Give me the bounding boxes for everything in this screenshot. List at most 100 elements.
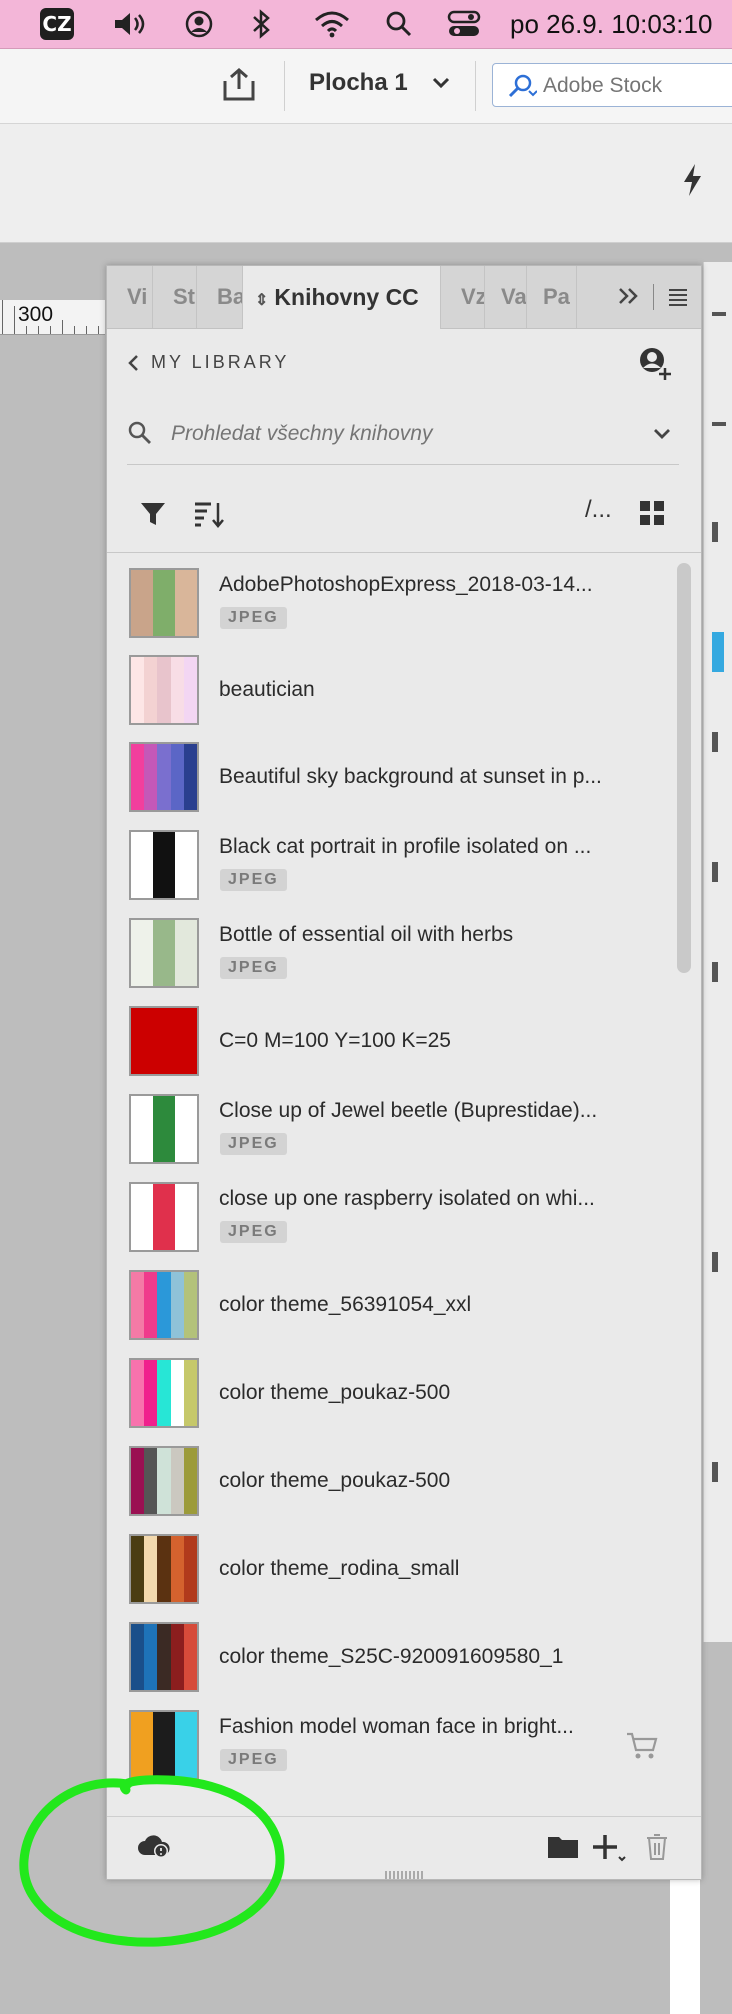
- library-item-name: Fashion model woman face in bright...: [219, 1715, 574, 1738]
- panel-menu-icon[interactable]: [667, 286, 689, 313]
- stock-search-input[interactable]: [541, 72, 732, 100]
- trash-icon[interactable]: [645, 1833, 669, 1866]
- library-title: MY LIBRARY: [151, 352, 290, 372]
- right-panel-dock[interactable]: [703, 262, 732, 1642]
- library-item[interactable]: Bottle of essential oil with herbs JPEG: [107, 911, 667, 997]
- menu-bar-clock[interactable]: po 26.9. 10:03:10: [510, 0, 712, 48]
- thumbnail-swatch: [144, 744, 158, 810]
- wifi-icon[interactable]: [313, 0, 351, 48]
- bluetooth-icon[interactable]: [248, 0, 274, 48]
- input-source-menu[interactable]: CZ: [40, 0, 74, 48]
- dock-icon[interactable]: [712, 732, 718, 752]
- adobe-stock-search[interactable]: [492, 63, 732, 107]
- thumbnail-swatch: [175, 1712, 197, 1778]
- library-item-name: AdobePhotoshopExpress_2018-03-14...: [219, 573, 593, 596]
- thumbnail-swatch: [170, 1272, 184, 1338]
- library-item-name: C=0 M=100 Y=100 K=25: [219, 1029, 451, 1052]
- chevron-down-icon[interactable]: [430, 71, 452, 98]
- folder-icon[interactable]: [547, 1833, 579, 1864]
- spotlight-search-icon[interactable]: [384, 0, 414, 48]
- library-items-list[interactable]: AdobePhotoshopExpress_2018-03-14... JPEG b…: [107, 553, 701, 1813]
- library-item-thumbnail: [129, 1446, 199, 1516]
- library-item[interactable]: color theme_poukaz-500: [107, 1439, 667, 1525]
- back-to-libraries-button[interactable]: MY LIBRARY: [127, 352, 289, 373]
- thumbnail-swatch: [131, 1272, 145, 1338]
- dock-icon[interactable]: [712, 522, 718, 542]
- more-tabs-icon[interactable]: [617, 284, 641, 313]
- library-item[interactable]: C=0 M=100 Y=100 K=25: [107, 999, 667, 1085]
- document-title[interactable]: Plocha 1: [309, 69, 408, 97]
- thumbnail-swatch: [157, 1272, 171, 1338]
- dock-icon[interactable]: [712, 862, 718, 882]
- panel-tab-bar: Vi St Ba ⇕ Knihovny CC Vz Va Pa: [107, 266, 701, 329]
- panel-resize-grip[interactable]: [385, 1871, 425, 1879]
- ruler-label: 300: [18, 303, 54, 326]
- volume-icon[interactable]: [110, 0, 152, 48]
- libraries-panel: Vi St Ba ⇕ Knihovny CC Vz Va Pa MY LIBRAR…: [106, 265, 702, 1880]
- thumbnail-swatch: [131, 1096, 153, 1162]
- dock-color-icon[interactable]: [712, 632, 724, 672]
- library-item[interactable]: color theme_rodina_small: [107, 1527, 667, 1613]
- library-item[interactable]: Black cat portrait in profile isolated o…: [107, 823, 667, 909]
- thumbnail-swatch: [144, 1536, 158, 1602]
- search-icon: [127, 420, 153, 451]
- dock-icon[interactable]: [712, 312, 726, 316]
- library-item[interactable]: Close up of Jewel beetle (Buprestidae)..…: [107, 1087, 667, 1173]
- library-item[interactable]: close up one raspberry isolated on whi..…: [107, 1175, 667, 1261]
- dock-icon[interactable]: [712, 1252, 718, 1272]
- library-item-name: Close up of Jewel beetle (Buprestidae)..…: [219, 1099, 598, 1122]
- dock-icon[interactable]: [712, 962, 718, 982]
- scrollbar-thumb[interactable]: [677, 563, 691, 973]
- thumbnail-swatch: [131, 1624, 145, 1690]
- library-item[interactable]: color theme_56391054_xxl: [107, 1263, 667, 1349]
- thumbnail-swatch: [175, 832, 197, 898]
- grid-view-icon[interactable]: [639, 500, 665, 531]
- thumbnail-swatch: [131, 657, 145, 723]
- options-bar: [0, 124, 732, 243]
- library-search-input[interactable]: [169, 418, 633, 450]
- tab-pa[interactable]: Pa: [527, 266, 577, 328]
- filter-icon[interactable]: [139, 500, 167, 533]
- horizontal-ruler[interactable]: 300: [0, 300, 105, 335]
- thumbnail-swatch: [183, 657, 197, 723]
- add-element-icon[interactable]: [591, 1831, 627, 1868]
- library-item[interactable]: color theme_S25C-920091609580_1: [107, 1615, 667, 1701]
- tab-st[interactable]: St: [153, 266, 197, 328]
- user-account-icon[interactable]: [183, 0, 215, 48]
- dock-icon[interactable]: [712, 422, 726, 426]
- thumbnail-swatch: [131, 570, 153, 636]
- tab-va[interactable]: Va: [485, 266, 527, 328]
- tab-vz[interactable]: Vz: [441, 266, 485, 328]
- tab-ba[interactable]: Ba: [197, 266, 243, 328]
- library-item[interactable]: AdobePhotoshopExpress_2018-03-14... JPEG: [107, 561, 667, 647]
- toolbar-divider: [475, 61, 476, 111]
- thumbnail-swatch: [183, 1360, 197, 1426]
- thumbnail-swatch: [153, 832, 175, 898]
- share-icon[interactable]: [221, 67, 257, 108]
- thumbnail-swatch: [144, 1448, 158, 1514]
- license-cart-icon[interactable]: [625, 1731, 659, 1761]
- thumbnail-swatch: [153, 1184, 175, 1250]
- add-collaborator-icon[interactable]: [637, 346, 673, 387]
- lightning-icon[interactable]: [680, 162, 704, 203]
- library-item[interactable]: Beautiful sky background at sunset in p.…: [107, 735, 667, 821]
- chevron-down-icon[interactable]: [651, 424, 673, 449]
- tab-libraries[interactable]: ⇕ Knihovny CC: [243, 266, 441, 329]
- thumbnail-swatch: [131, 1360, 145, 1426]
- thumbnail-swatch: [144, 1624, 158, 1690]
- app-toolbar: Plocha 1: [0, 49, 732, 124]
- library-item-name: color theme_poukaz-500: [219, 1381, 451, 1404]
- list-view-toggle[interactable]: /...: [585, 496, 612, 524]
- library-item[interactable]: color theme_poukaz-500: [107, 1351, 667, 1437]
- thumbnail-swatch: [153, 570, 175, 636]
- control-center-icon[interactable]: [446, 0, 482, 48]
- menu-bar: CZ po 26.9. 10:03:10: [0, 0, 732, 49]
- tab-vi[interactable]: Vi: [107, 266, 153, 328]
- dock-icon[interactable]: [712, 1462, 718, 1482]
- sort-icon[interactable]: [193, 500, 225, 535]
- thumbnail-swatch: [175, 1096, 197, 1162]
- thumbnail-swatch: [183, 1272, 197, 1338]
- highlight-annotation: [19, 1775, 285, 1947]
- library-item[interactable]: beautician: [107, 648, 667, 734]
- library-item-type-badge: JPEG: [220, 1749, 287, 1771]
